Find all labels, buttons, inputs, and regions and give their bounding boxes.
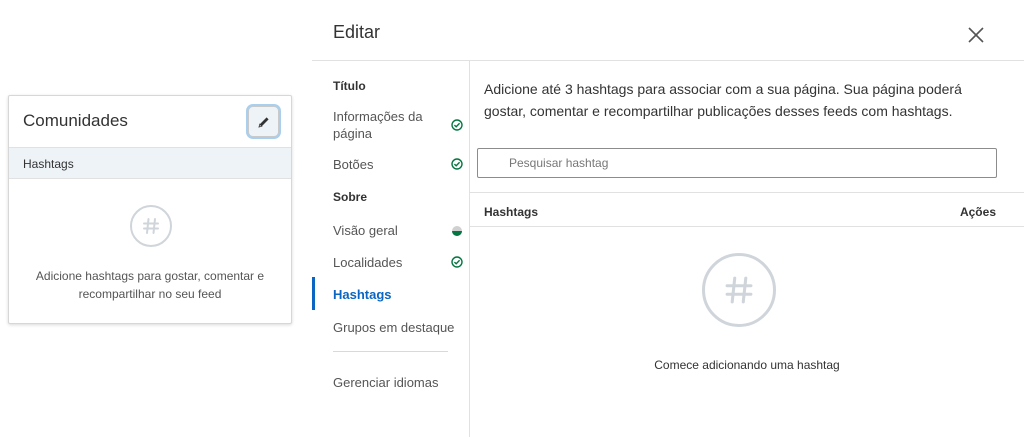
card-body: Adicione hashtags para gostar, comentar … xyxy=(9,179,291,323)
nav-item-buttons[interactable]: Botões xyxy=(333,156,463,173)
nav-divider xyxy=(333,351,448,352)
hashtag-icon xyxy=(130,205,172,247)
modal-title: Editar xyxy=(333,22,381,42)
pencil-icon xyxy=(257,116,269,128)
nav-item-label: Botões xyxy=(333,157,374,172)
half-circle-icon xyxy=(452,226,462,236)
card-subheader: Hashtags xyxy=(9,147,291,179)
check-circle-icon xyxy=(451,119,463,131)
nav-item-locations[interactable]: Localidades xyxy=(333,254,463,271)
nav-item-label: Localidades xyxy=(333,255,403,270)
sidebar-divider xyxy=(469,60,470,437)
modal-sidebar-nav: Título Informações da página Botões Sobr… xyxy=(312,60,469,437)
card-header: Comunidades xyxy=(9,96,291,147)
communities-card: Comunidades Hashtags Adicione hashtags p… xyxy=(8,95,292,324)
nav-item-label: Gerenciar idiomas xyxy=(333,375,439,390)
card-empty-text: Adicione hashtags para gostar, comentar … xyxy=(35,269,265,301)
empty-state-text: Comece adicionando uma hashtag xyxy=(654,358,840,372)
intro-text: Adicione até 3 hashtags para associar co… xyxy=(484,81,962,119)
nav-section-title: Título xyxy=(333,79,366,93)
hashtag-icon xyxy=(702,253,776,327)
edit-button[interactable] xyxy=(248,106,279,137)
check-circle-icon xyxy=(451,256,463,268)
close-icon xyxy=(968,27,984,43)
column-header-actions: Ações xyxy=(959,205,996,219)
nav-item-label: Hashtags xyxy=(333,287,392,302)
check-circle-icon xyxy=(451,158,463,170)
column-header-hashtags: Hashtags xyxy=(484,205,539,219)
nav-item-manage-languages[interactable]: Gerenciar idiomas xyxy=(333,374,463,391)
nav-section-about: Sobre xyxy=(333,190,368,204)
close-button[interactable] xyxy=(966,25,986,45)
nav-item-label: Grupos em destaque xyxy=(333,320,455,335)
nav-item-page-info[interactable]: Informações da página xyxy=(333,108,463,142)
nav-item-featured-groups[interactable]: Grupos em destaque xyxy=(333,319,463,336)
nav-item-label: Informações da página xyxy=(333,109,423,141)
active-nav-indicator xyxy=(312,277,315,310)
card-title: Comunidades xyxy=(23,111,128,130)
nav-item-label: Visão geral xyxy=(333,223,398,238)
nav-item-overview[interactable]: Visão geral xyxy=(333,222,463,239)
page: Comunidades Hashtags Adicione hashtags p… xyxy=(0,0,1024,437)
nav-item-hashtags[interactable]: Hashtags xyxy=(333,286,463,303)
hashtags-table-header: Hashtags Ações xyxy=(470,192,1024,227)
search-hashtag-input[interactable] xyxy=(477,148,997,178)
